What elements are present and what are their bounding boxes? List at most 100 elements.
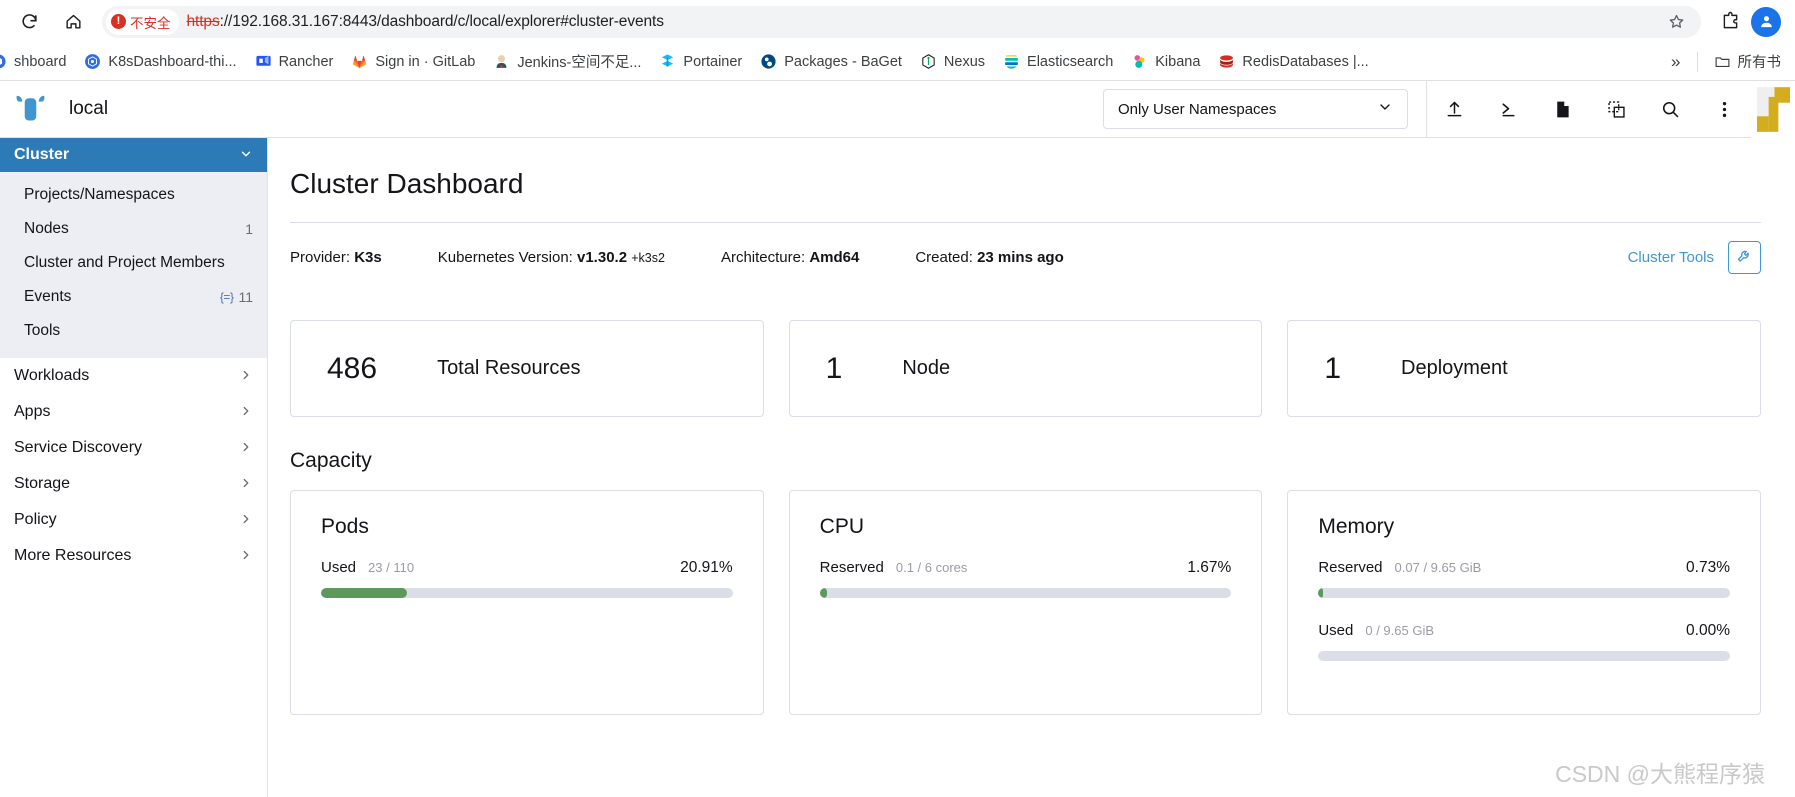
gauge-percent: 0.73% bbox=[1686, 559, 1730, 576]
import-yaml-icon[interactable] bbox=[1427, 81, 1481, 138]
all-bookmarks-button[interactable]: 所有书 bbox=[1706, 47, 1790, 76]
meta-value: 23 mins ago bbox=[977, 249, 1064, 266]
chevron-right-icon bbox=[239, 368, 253, 385]
gauge-header: Used 0 / 9.65 GiB 0.00% bbox=[1318, 622, 1730, 640]
kibana-icon bbox=[1134, 55, 1145, 68]
search-icon[interactable] bbox=[1643, 81, 1697, 138]
sidebar-item-cluster-and-project-members[interactable]: Cluster and Project Members bbox=[0, 246, 267, 280]
chevron-right-icon bbox=[239, 476, 253, 493]
address-bar[interactable]: ! 不安全 https://192.168.31.167:8443/dashbo… bbox=[102, 5, 1701, 38]
gauge-bar bbox=[1318, 588, 1730, 598]
kebab-menu-icon[interactable] bbox=[1697, 81, 1751, 138]
chevron-down-icon bbox=[239, 147, 253, 164]
portainer-icon bbox=[662, 54, 674, 67]
sidebar-group-storage[interactable]: Storage bbox=[0, 466, 267, 502]
gauge-bar bbox=[321, 588, 733, 598]
not-secure-icon: ! bbox=[111, 14, 126, 29]
count-number: 486 bbox=[327, 351, 378, 385]
bookmark-item[interactable]: Jenkins-空间不足... bbox=[485, 47, 649, 76]
sidebar-group-workloads[interactable]: Workloads bbox=[0, 358, 267, 394]
bookmark-item[interactable]: shboard bbox=[0, 49, 74, 74]
bookmark-item[interactable]: Packages - BaGet bbox=[752, 49, 910, 74]
count-label: Total Resources bbox=[437, 357, 581, 379]
chevron-right-icon bbox=[239, 548, 253, 565]
header-actions: Only User Namespaces bbox=[1103, 80, 1795, 138]
chevron-right-icon bbox=[239, 404, 253, 421]
chevron-down-icon bbox=[1377, 99, 1393, 119]
sidebar-group-label: Cluster bbox=[14, 146, 70, 163]
security-badge[interactable]: ! 不安全 bbox=[106, 8, 179, 35]
bookmark-item[interactable]: Nexus bbox=[912, 49, 993, 74]
count-number: 1 bbox=[1324, 351, 1342, 385]
sidebar-item-projects-namespaces[interactable]: Projects/Namespaces bbox=[0, 178, 267, 212]
chevron-right-icon bbox=[239, 512, 253, 529]
profile-avatar[interactable] bbox=[1751, 6, 1781, 37]
count-card-total-resources: 486 Total Resources bbox=[290, 320, 764, 417]
meta-kubernetes-version: Kubernetes Version: v1.30.2 +k3s2 bbox=[438, 249, 665, 266]
jenkins-icon bbox=[496, 55, 507, 68]
gauge-percent: 0.00% bbox=[1686, 622, 1730, 639]
meta-label: Architecture: bbox=[720, 249, 806, 266]
meta-value-suffix: +k3s2 bbox=[631, 251, 665, 265]
gauge-label: Used bbox=[321, 559, 357, 576]
namespace-filter-select[interactable]: Only User Namespaces bbox=[1103, 89, 1408, 129]
user-avatar-logo[interactable] bbox=[1751, 80, 1795, 138]
sidebar-group-more-resources[interactable]: More Resources bbox=[0, 538, 267, 574]
omnibox-row: ! 不安全 https://192.168.31.167:8443/dashbo… bbox=[0, 0, 1795, 43]
docs-file-icon[interactable] bbox=[1535, 81, 1589, 138]
extensions-icon[interactable] bbox=[1715, 7, 1745, 37]
url-rest: ://192.168.31.167:8443/dashboard/c/local… bbox=[219, 12, 664, 30]
bookmark-star-icon[interactable] bbox=[1661, 7, 1691, 37]
gauge-bar bbox=[1318, 651, 1730, 661]
bookmark-item[interactable]: Rancher bbox=[247, 49, 342, 74]
reload-icon[interactable] bbox=[14, 7, 44, 37]
sidebar-item-label: Cluster and Project Members bbox=[24, 254, 225, 271]
sidebar-group-cluster[interactable]: Cluster bbox=[0, 138, 267, 172]
sidebar-item-count: 1 bbox=[245, 221, 253, 237]
capacity-card-title: CPU bbox=[819, 515, 864, 538]
cluster-explorer-icon[interactable] bbox=[1589, 81, 1643, 138]
sidebar-group-label: Policy bbox=[14, 511, 57, 528]
url-text: https://192.168.31.167:8443/dashboard/c/… bbox=[187, 13, 664, 31]
sidebar-item-label: Projects/Namespaces bbox=[24, 186, 175, 203]
kubectl-shell-icon[interactable] bbox=[1481, 81, 1535, 138]
bookmark-item[interactable]: K8sDashboard-thi... bbox=[76, 49, 244, 74]
bookmark-item[interactable]: RedisDatabases |... bbox=[1210, 49, 1376, 74]
home-icon[interactable] bbox=[58, 7, 88, 37]
gauge-header: Reserved 0.1 / 6 cores 1.67% bbox=[820, 559, 1232, 577]
sidebar-group-service-discovery[interactable]: Service Discovery bbox=[0, 430, 267, 466]
bookmark-item[interactable]: Kibana bbox=[1123, 49, 1208, 74]
cluster-tools-link[interactable]: Cluster Tools bbox=[1628, 249, 1714, 266]
sidebar-group-label: Service Discovery bbox=[14, 439, 143, 456]
bookmarks-overflow-button[interactable]: » bbox=[1663, 48, 1688, 76]
sidebar-item-nodes[interactable]: Nodes 1 bbox=[0, 212, 267, 246]
meta-label: Kubernetes Version: bbox=[437, 249, 573, 266]
meta-label: Created: bbox=[915, 249, 973, 266]
gauge-pods-used: Used 23 / 110 20.91% bbox=[321, 559, 733, 598]
gauge-bar-fill bbox=[321, 588, 408, 598]
gauge-memory-used: Used 0 / 9.65 GiB 0.00% bbox=[1318, 622, 1730, 661]
bookmark-item[interactable]: Elasticsearch bbox=[995, 49, 1121, 74]
sidebar-group-apps[interactable]: Apps bbox=[0, 394, 267, 430]
wrench-icon[interactable] bbox=[1728, 241, 1761, 274]
sidebar-group-policy[interactable]: Policy bbox=[0, 502, 267, 538]
main-content-wrapper: Cluster Dashboard Provider: K3s Kubernet… bbox=[268, 138, 1795, 797]
gauge-detail: 0.1 / 6 cores bbox=[895, 560, 968, 575]
gauge-label: Reserved bbox=[819, 559, 884, 576]
bookmark-item[interactable]: Sign in · GitLab bbox=[343, 49, 483, 74]
count-number: 1 bbox=[825, 351, 843, 385]
k8s-dashboard-icon bbox=[0, 54, 6, 69]
bookmark-label: K8sDashboard-thi... bbox=[108, 53, 237, 70]
sidebar-item-tools[interactable]: Tools bbox=[0, 314, 267, 348]
app-header: local Only User Namespaces bbox=[0, 80, 1795, 138]
cluster-meta-row: Provider: K3s Kubernetes Version: v1.30.… bbox=[290, 223, 1761, 294]
bookmark-item[interactable]: Portainer bbox=[651, 49, 750, 74]
sidebar-item-events[interactable]: Events {=} 11 bbox=[0, 280, 267, 314]
gauge-memory-reserved: Reserved 0.07 / 9.65 GiB 0.73% bbox=[1318, 559, 1730, 598]
gauge-label: Reserved bbox=[1318, 559, 1383, 576]
cluster-tools-area: Cluster Tools bbox=[1628, 241, 1761, 274]
gauge-bar bbox=[819, 588, 1232, 598]
brand[interactable]: local bbox=[14, 94, 108, 124]
bookmark-label: Kibana bbox=[1155, 53, 1201, 70]
meta-created: Created: 23 mins ago bbox=[915, 249, 1063, 266]
